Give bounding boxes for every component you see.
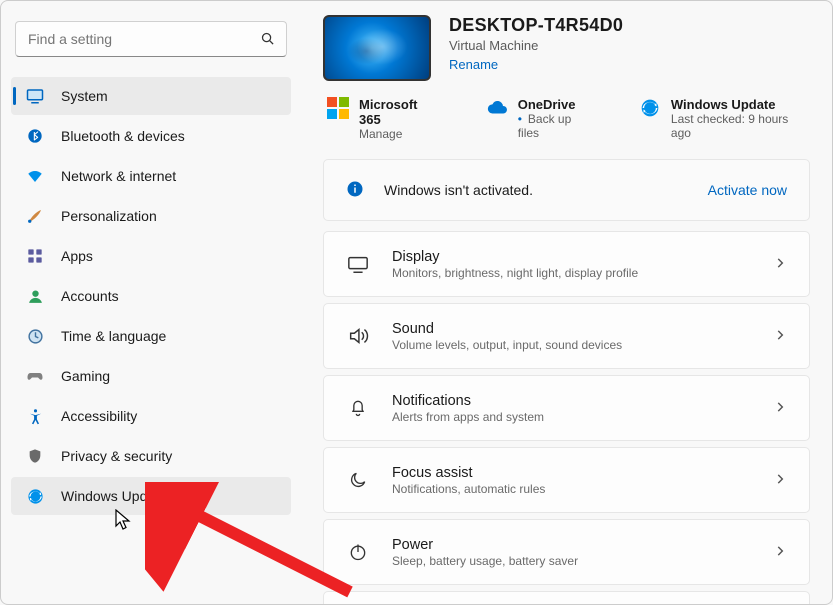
accessibility-icon <box>25 406 45 426</box>
sidebar-item-label: Personalization <box>61 208 157 224</box>
shield-icon <box>25 446 45 466</box>
sidebar-item-label: Accessibility <box>61 408 137 424</box>
person-icon <box>25 286 45 306</box>
sidebar-item-personalization[interactable]: Personalization <box>11 197 291 235</box>
sidebar-item-label: Accounts <box>61 288 119 304</box>
sidebar-item-bluetooth[interactable]: Bluetooth & devices <box>11 117 291 155</box>
search-input[interactable] <box>15 21 287 57</box>
sound-icon <box>346 325 370 347</box>
activation-banner[interactable]: Windows isn't activated. Activate now <box>323 159 810 221</box>
search-container <box>15 21 287 57</box>
tile-windows-update[interactable]: Windows Update Last checked: 9 hours ago <box>639 97 810 141</box>
tile-microsoft-365[interactable]: Microsoft 365 Manage <box>327 97 442 141</box>
sidebar-item-label: Time & language <box>61 328 166 344</box>
card-power[interactable]: Power Sleep, battery usage, battery save… <box>323 519 810 585</box>
activation-text: Windows isn't activated. <box>384 182 708 198</box>
device-subtitle: Virtual Machine <box>449 38 623 53</box>
sidebar-item-accessibility[interactable]: Accessibility <box>11 397 291 435</box>
card-subtitle: Alerts from apps and system <box>392 410 773 424</box>
sidebar-item-label: Apps <box>61 248 93 264</box>
card-subtitle: Notifications, automatic rules <box>392 482 773 496</box>
chevron-right-icon <box>773 400 787 417</box>
chevron-right-icon <box>773 328 787 345</box>
tile-onedrive[interactable]: OneDrive Back up files <box>486 97 595 141</box>
card-title: Notifications <box>392 393 773 409</box>
card-subtitle: Monitors, brightness, night light, displ… <box>392 266 773 280</box>
gamepad-icon <box>25 366 45 386</box>
tile-subtitle: Back up files <box>518 112 595 140</box>
card-notifications[interactable]: Notifications Alerts from apps and syste… <box>323 375 810 441</box>
card-sound[interactable]: Sound Volume levels, output, input, soun… <box>323 303 810 369</box>
wallpaper-thumbnail[interactable] <box>323 15 431 81</box>
tile-title: Microsoft 365 <box>359 97 442 127</box>
sidebar-item-gaming[interactable]: Gaming <box>11 357 291 395</box>
power-icon <box>346 542 370 562</box>
card-title: Sound <box>392 321 773 337</box>
sidebar-item-apps[interactable]: Apps <box>11 237 291 275</box>
card-subtitle: Sleep, battery usage, battery saver <box>392 554 773 568</box>
update-icon <box>639 97 661 119</box>
card-display[interactable]: Display Monitors, brightness, night ligh… <box>323 231 810 297</box>
tile-title: Windows Update <box>671 97 810 112</box>
activate-now-link[interactable]: Activate now <box>708 182 787 198</box>
card-title: Power <box>392 537 773 553</box>
card-title: Display <box>392 249 773 265</box>
cloud-icon <box>486 97 508 119</box>
rename-link[interactable]: Rename <box>449 57 623 72</box>
sidebar-item-label: Gaming <box>61 368 110 384</box>
apps-icon <box>25 246 45 266</box>
update-icon <box>25 486 45 506</box>
bluetooth-icon <box>25 126 45 146</box>
sidebar-item-label: Bluetooth & devices <box>61 128 185 144</box>
system-icon <box>25 86 45 106</box>
chevron-right-icon <box>773 544 787 561</box>
display-icon <box>346 253 370 275</box>
info-icon <box>346 180 364 201</box>
card-storage[interactable]: Storage <box>323 591 810 604</box>
tile-subtitle: Last checked: 9 hours ago <box>671 112 810 140</box>
device-name: DESKTOP-T4R54D0 <box>449 15 623 36</box>
globe-clock-icon <box>25 326 45 346</box>
chevron-right-icon <box>773 256 787 273</box>
card-focus-assist[interactable]: Focus assist Notifications, automatic ru… <box>323 447 810 513</box>
sidebar-item-privacy[interactable]: Privacy & security <box>11 437 291 475</box>
sidebar-item-system[interactable]: System <box>11 77 291 115</box>
card-title: Focus assist <box>392 465 773 481</box>
sidebar-item-windows-update[interactable]: Windows Update <box>11 477 291 515</box>
microsoft-365-icon <box>327 97 349 119</box>
sidebar-item-label: Windows Update <box>61 488 167 504</box>
sidebar-item-accounts[interactable]: Accounts <box>11 277 291 315</box>
tile-title: OneDrive <box>518 97 595 112</box>
chevron-right-icon <box>773 472 787 489</box>
card-subtitle: Volume levels, output, input, sound devi… <box>392 338 773 352</box>
sidebar-item-label: System <box>61 88 108 104</box>
storage-icon <box>346 603 370 604</box>
sidebar-item-label: Privacy & security <box>61 448 172 464</box>
bell-icon <box>346 398 370 418</box>
sidebar-item-time-language[interactable]: Time & language <box>11 317 291 355</box>
brush-icon <box>25 206 45 226</box>
wifi-icon <box>25 166 45 186</box>
search-icon <box>260 31 275 49</box>
sidebar-item-label: Network & internet <box>61 168 176 184</box>
moon-icon <box>346 470 370 490</box>
sidebar-item-network[interactable]: Network & internet <box>11 157 291 195</box>
tile-subtitle: Manage <box>359 127 442 141</box>
device-header: DESKTOP-T4R54D0 Virtual Machine Rename <box>323 15 810 81</box>
